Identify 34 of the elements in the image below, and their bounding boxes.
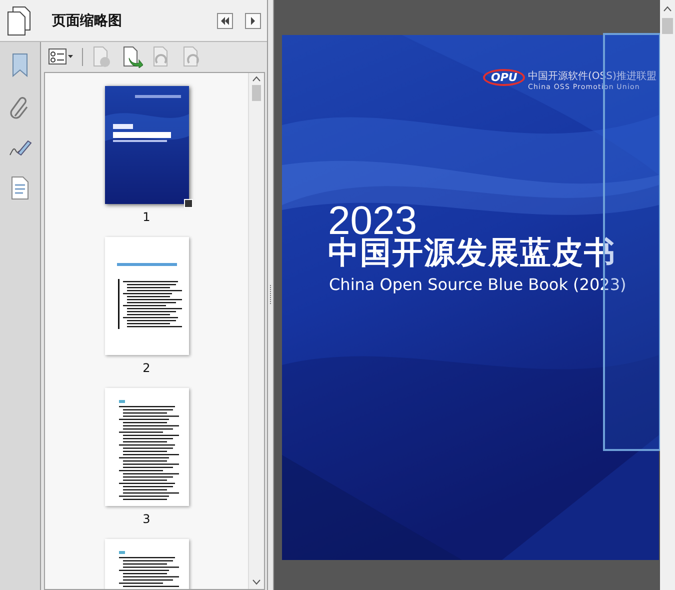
page-number: 1: [142, 210, 150, 224]
right-arrow-icon: [250, 16, 256, 24]
scroll-thumb[interactable]: [252, 85, 261, 101]
sidebar-button[interactable]: [10, 176, 30, 200]
double-left-arrow-icon: [220, 16, 230, 24]
insert-page-icon: [121, 46, 143, 68]
toolbar-button[interactable]: [48, 48, 74, 66]
resize-handle[interactable]: [184, 199, 192, 208]
sidebar-button[interactable]: [8, 138, 32, 158]
text-lines-drawing: [118, 551, 178, 587]
expand-button[interactable]: [245, 12, 261, 28]
page-thumbnail[interactable]: [104, 237, 188, 355]
scrollbar[interactable]: [660, 0, 675, 590]
logo-mark: OPU: [483, 69, 526, 86]
bookmark-icon: [10, 52, 30, 78]
signature-icon: [8, 138, 32, 158]
pages-icon: [6, 6, 32, 36]
sidebar-button[interactable]: [10, 52, 30, 78]
delete-page-icon: [91, 46, 113, 68]
scrollbar[interactable]: [248, 73, 264, 589]
panel-title: 页面缩略图: [50, 12, 123, 30]
page-number: 2: [142, 361, 150, 375]
text-lines-drawing: [116, 263, 182, 329]
grip-icon[interactable]: [269, 285, 272, 305]
toolbar-button[interactable]: [121, 46, 143, 68]
document-icon: [10, 176, 30, 200]
page-thumbnail[interactable]: [104, 388, 188, 506]
scroll-thumb[interactable]: [662, 18, 673, 34]
collapse-button[interactable]: [217, 12, 233, 28]
cover-title: 中国开源发展蓝皮书: [328, 238, 616, 269]
scroll-up-icon[interactable]: [252, 76, 260, 82]
scroll-up-icon[interactable]: [663, 6, 672, 12]
page-number: 3: [142, 512, 150, 526]
options-icon: [48, 48, 74, 66]
